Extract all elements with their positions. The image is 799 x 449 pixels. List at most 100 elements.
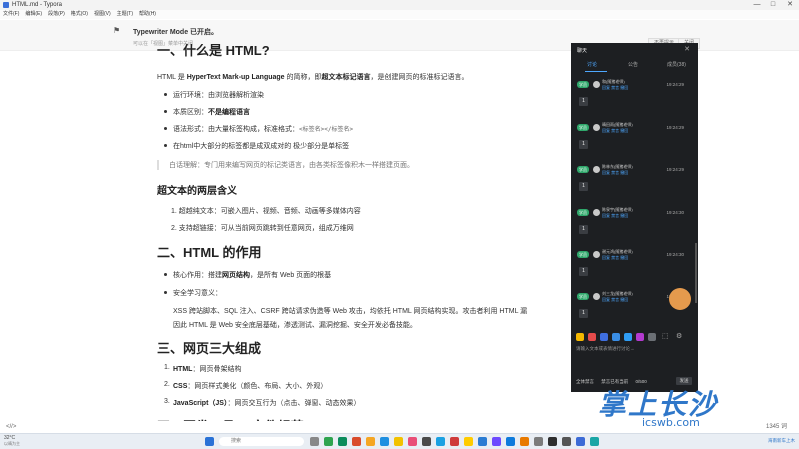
menu-theme[interactable]: 主题(T) [117, 10, 133, 19]
ordered-item-js: 3. JavaScript（JS）：网页交互行为（点击、弹窗、动态效果） [164, 398, 361, 408]
watermark-url: icswb.com [642, 416, 700, 429]
app-icon[interactable] [352, 437, 361, 446]
source-mode-toggle[interactable]: <//> [6, 421, 16, 433]
message-actions[interactable]: 回复 禁言 撤回 [602, 297, 628, 303]
app-icon[interactable] [478, 437, 487, 446]
app-icon[interactable] [310, 437, 319, 446]
message-bubble: 1 [579, 182, 588, 191]
security-text-2: 因此 HTML 是 Web 安全底层基础，渗透测试、漏洞挖掘、安全开发必备技能。 [173, 322, 417, 329]
maximize-button[interactable]: □ [766, 0, 780, 10]
heading-three-parts: 三、网页三大组成 [157, 341, 262, 356]
minimize-button[interactable]: — [750, 0, 764, 10]
student-badge: 学员 [577, 166, 589, 173]
item-bold: JavaScript（JS） [173, 400, 228, 407]
tab-members[interactable]: 成员(38) [667, 61, 686, 68]
list-item-text: 核心作用：搭建 [173, 272, 222, 279]
emoji-icon[interactable] [648, 333, 656, 341]
list-item-tags: 在html中大部分的标签都是成双成对的 极少部分是单标签 [164, 141, 350, 151]
intro-bold-2: 超文本标记语言 [321, 74, 371, 81]
emoji-icon[interactable] [636, 333, 644, 341]
menu-format[interactable]: 格式(O) [71, 10, 88, 19]
tab-announcement[interactable]: 公告 [628, 61, 638, 68]
intro-bold-1: HyperText Mark-up Language [186, 74, 285, 81]
settings-icon[interactable]: ⚙ [676, 333, 684, 341]
title-bar: HTML.md - Typora — □ ✕ [0, 0, 799, 10]
taskbar: 32°C 以晴为主 搜索 海南新车上木 [0, 433, 799, 449]
message-actions[interactable]: 回复 禁言 撤回 [602, 255, 628, 261]
app-icon[interactable] [422, 437, 431, 446]
avatar [593, 166, 600, 173]
avatar [593, 293, 600, 300]
app-icon[interactable] [492, 437, 501, 446]
app-icon[interactable] [408, 437, 417, 446]
blockquote: 白话理解：专门用来编写网页的标记类语言，由各类标签像积木一样搭建页面。 [157, 160, 414, 170]
emoji-icon[interactable] [624, 333, 632, 341]
start-icon[interactable] [205, 437, 214, 446]
ordered-item-css: 2. CSS：网页样式美化（颜色、布局、大小、外观） [164, 381, 327, 391]
message-actions[interactable]: 回复 禁言 撤回 [602, 85, 628, 91]
app-icon[interactable] [366, 437, 375, 446]
menu-paragraph[interactable]: 段落(P) [48, 10, 65, 19]
app-icon[interactable] [590, 437, 599, 446]
menu-view[interactable]: 视图(V) [94, 10, 111, 19]
chat-message: 学员 谢元鸿(随猪老师) 回复 禁言 撤回 19:24:30 1 [577, 249, 692, 291]
emoji-icon[interactable] [612, 333, 620, 341]
search-label: 搜索 [231, 438, 242, 444]
chat-message: 学员 和(随猪老师) 回复 禁言 撤回 19:24:29 1 [577, 79, 692, 121]
message-actions[interactable]: 回复 禁言 撤回 [602, 128, 628, 134]
intro-text-2: 的简称，即 [284, 74, 322, 81]
heading-hypertext-meaning: 超文本的两层含义 [157, 186, 237, 197]
ordered-item-2: 2. 支持超链接：可从当前网页跳转到任意网页，组成万维网 [171, 225, 354, 232]
avatar [593, 251, 600, 258]
watermark-small: 海南新车上木 [768, 438, 795, 443]
student-badge: 学员 [577, 209, 589, 216]
image-icon[interactable]: ⬚ [662, 333, 670, 341]
document-content[interactable]: 一、什么是 HTML? HTML 是 HyperText Mark-up Lan… [155, 44, 605, 424]
chat-close-icon[interactable]: ✕ [684, 45, 690, 53]
app-icon[interactable] [436, 437, 445, 446]
app-icon[interactable] [324, 437, 333, 446]
typora-icon[interactable] [562, 437, 571, 446]
mute-all-toggle[interactable]: 全体禁言 [576, 379, 594, 384]
taskbar-search[interactable]: 搜索 [219, 437, 304, 446]
teacher-avatar[interactable] [669, 288, 691, 310]
chrome-icon[interactable] [464, 437, 473, 446]
menu-edit[interactable]: 编辑(E) [25, 10, 42, 19]
close-button[interactable]: ✕ [783, 0, 797, 10]
emoji-icon[interactable] [588, 333, 596, 341]
app-icon[interactable] [394, 437, 403, 446]
menu-file[interactable]: 文件(F) [3, 10, 19, 19]
chat-header: 聊天 ✕ [571, 43, 698, 57]
message-actions[interactable]: 回复 禁言 撤回 [602, 213, 628, 219]
message-actions[interactable]: 回复 禁言 撤回 [602, 170, 628, 176]
app-icon[interactable] [576, 437, 585, 446]
app-icon[interactable] [450, 437, 459, 446]
list-item-text: 在html中大部分的标签都是成双成对的 极少部分是单标签 [173, 143, 350, 150]
app-icon[interactable] [534, 437, 543, 446]
menu-help[interactable]: 帮助(H) [139, 10, 156, 19]
app-icon[interactable] [520, 437, 529, 446]
message-bubble: 1 [579, 97, 588, 106]
message-bubble: 1 [579, 225, 588, 234]
item-text: ：网页交互行为（点击、弹窗、动态效果） [227, 400, 361, 407]
student-badge: 学员 [577, 81, 589, 88]
typora-app-icon [3, 2, 9, 8]
app-icon[interactable] [548, 437, 557, 446]
app-icon[interactable] [380, 437, 389, 446]
message-bubble: 1 [579, 140, 588, 149]
list-item-text: 运行环境：由浏览器解析渲染 [173, 92, 264, 99]
chat-input[interactable]: 请输入文本或表情进行讨论→ [576, 346, 635, 352]
tab-discussion[interactable]: 讨论 [587, 61, 597, 68]
emoji-icon[interactable] [600, 333, 608, 341]
chat-tabs: 讨论 公告 成员(38) [571, 61, 698, 71]
item-bold: CSS [173, 383, 188, 390]
emoji-icon[interactable] [576, 333, 584, 341]
vscode-icon[interactable] [506, 437, 515, 446]
list-item-text: 安全学习意义： [173, 290, 222, 297]
app-icon[interactable] [338, 437, 347, 446]
chat-scrollbar[interactable] [695, 243, 697, 303]
list-item-core-role: 核心作用：搭建网页结构，是所有 Web 页面的根基 [164, 270, 331, 280]
chat-message: 学员 陈林东(随猪老师) 回复 禁言 撤回 19:24:29 1 [577, 164, 692, 206]
chat-message: 学员 晴田雨(随猪老师) 回复 禁言 撤回 19:24:29 1 [577, 122, 692, 164]
list-item-security: 安全学习意义： [164, 288, 222, 298]
